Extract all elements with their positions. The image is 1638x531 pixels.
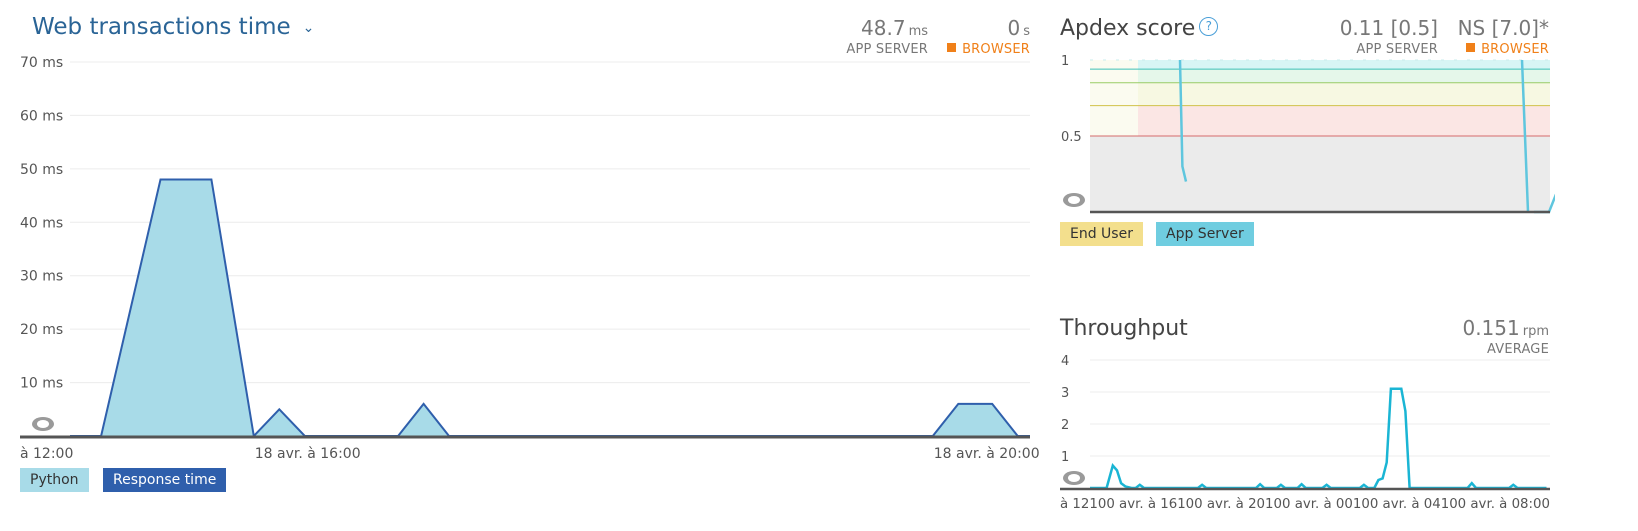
x-tick-label: à 12:00 bbox=[20, 446, 73, 462]
y-tick-label: 10 ms bbox=[20, 376, 63, 392]
legend-python[interactable]: Python bbox=[20, 468, 89, 492]
throughput-value-number: 0.151 bbox=[1462, 316, 1520, 340]
y-tick-label: 70 ms bbox=[20, 55, 63, 71]
throughput-title: Throughput bbox=[1060, 316, 1188, 341]
y-tick-label: 20 ms bbox=[20, 322, 63, 338]
apdex-band bbox=[1090, 69, 1550, 83]
y-tick-label: 0.5 bbox=[1061, 130, 1082, 145]
apdex-band-left bbox=[1090, 60, 1138, 136]
toggle-icon-inner bbox=[1068, 196, 1080, 204]
apdex-title-text: Apdex score bbox=[1060, 16, 1196, 41]
y-tick-label: 3 bbox=[1061, 386, 1069, 401]
legend-app-server[interactable]: App Server bbox=[1156, 222, 1254, 246]
y-tick-label: 30 ms bbox=[20, 269, 63, 285]
apdex-band bbox=[1090, 60, 1550, 70]
y-tick-label: 1 bbox=[1061, 450, 1069, 465]
legend-response-time-label: Response time bbox=[113, 472, 217, 488]
legend-end-user-label: End User bbox=[1070, 226, 1133, 242]
toggle-icon-inner bbox=[37, 420, 49, 428]
web-transactions-title-text: Web transactions time bbox=[32, 14, 291, 40]
x-tick-labels: à 12100 avr. à 16100 avr. à 20100 avr. à… bbox=[1060, 497, 1550, 512]
throughput-line bbox=[1090, 387, 1547, 490]
throughput-chart[interactable]: 1 2 3 4 à 12100 avr. à 16100 avr. à 20100 av… bbox=[1055, 352, 1555, 522]
y-tick-label: 2 bbox=[1061, 418, 1069, 433]
legend-response-time[interactable]: Response time bbox=[103, 468, 227, 492]
legend-end-user[interactable]: End User bbox=[1060, 222, 1143, 246]
legend-app-server-label: App Server bbox=[1166, 226, 1244, 242]
throughput-value: 0.151 rpm bbox=[1462, 316, 1549, 340]
web-transactions-chart[interactable]: 10 ms 20 ms 30 ms 40 ms 50 ms 60 ms 70 ms à 12:… bbox=[0, 52, 1040, 462]
y-tick-label: 60 ms bbox=[20, 108, 63, 124]
apdex-browser-value: NS [7.0]* bbox=[1457, 16, 1549, 40]
web-transactions-title[interactable]: Web transactions time ⌄ bbox=[32, 14, 314, 40]
y-tick-label: 40 ms bbox=[20, 215, 63, 231]
x-tick-label: 18 avr. à 16:00 bbox=[255, 446, 361, 462]
app-server-value: 48.7 ms bbox=[861, 16, 928, 40]
apdex-title: Apdex score? bbox=[1060, 16, 1219, 41]
help-icon[interactable]: ? bbox=[1199, 16, 1219, 36]
y-tick-label: 50 ms bbox=[20, 162, 63, 178]
python-area bbox=[70, 179, 1030, 436]
toggle-icon-inner bbox=[1068, 474, 1080, 482]
apdex-app-server-value: 0.11 [0.5] bbox=[1339, 16, 1438, 40]
y-tick-label: 4 bbox=[1061, 354, 1069, 369]
apdex-band bbox=[1090, 136, 1550, 212]
app-server-value-number: 48.7 bbox=[861, 16, 906, 40]
chevron-down-icon[interactable]: ⌄ bbox=[303, 20, 315, 36]
browser-value: 0s bbox=[1007, 16, 1030, 40]
legend-python-label: Python bbox=[30, 472, 79, 488]
browser-value-unit: s bbox=[1023, 24, 1030, 39]
browser-value-number: 0 bbox=[1007, 16, 1021, 40]
browser-square-icon bbox=[1466, 43, 1476, 52]
x-tick-label: 18 avr. à 20:00 bbox=[934, 446, 1040, 462]
browser-square-icon bbox=[947, 43, 957, 52]
throughput-value-unit: rpm bbox=[1522, 324, 1549, 339]
app-server-value-unit: ms bbox=[908, 24, 928, 39]
apdex-band bbox=[1090, 105, 1550, 136]
apdex-band bbox=[1090, 82, 1550, 106]
y-tick-label: 1 bbox=[1061, 54, 1069, 69]
apdex-chart[interactable]: 0.51 bbox=[1055, 52, 1555, 220]
